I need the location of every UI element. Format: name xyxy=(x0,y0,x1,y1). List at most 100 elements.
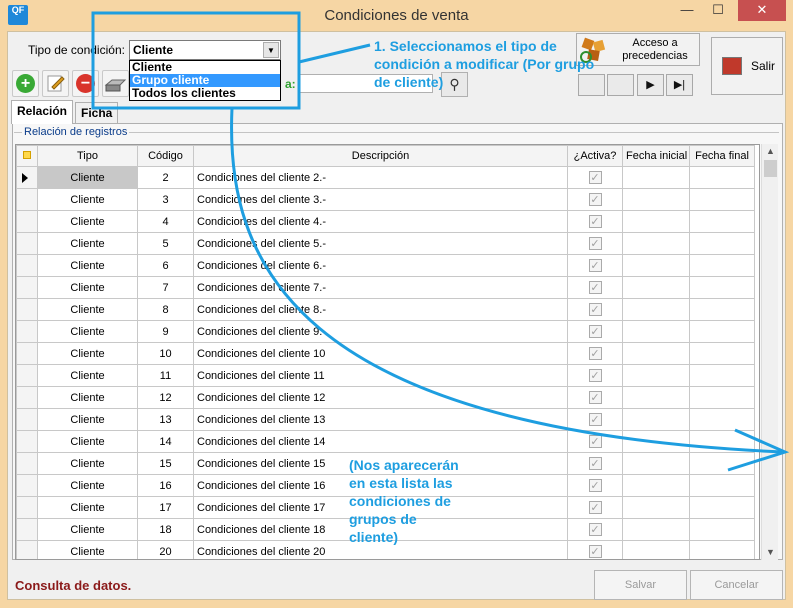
cell-activa[interactable]: ✓ xyxy=(567,540,623,559)
cell-tipo[interactable]: Cliente xyxy=(37,364,138,387)
cell-fecha-inicial[interactable] xyxy=(622,474,690,497)
table-row[interactable]: Cliente 5 Condiciones del cliente 5.- ✓ xyxy=(16,232,755,255)
delete-button[interactable]: − xyxy=(72,70,99,97)
table-row[interactable]: Cliente 4 Condiciones del cliente 4.- ✓ xyxy=(16,210,755,233)
cell-activa[interactable]: ✓ xyxy=(567,474,623,497)
row-indicator[interactable] xyxy=(16,254,38,277)
active-checkbox[interactable]: ✓ xyxy=(588,303,602,316)
cell-descripcion[interactable]: Condiciones del cliente 12 xyxy=(193,386,568,409)
active-checkbox[interactable]: ✓ xyxy=(588,391,602,404)
table-row[interactable]: Cliente 2 Condiciones del cliente 2.- ✓ xyxy=(16,166,755,189)
row-indicator[interactable] xyxy=(16,210,38,233)
cell-fecha-inicial[interactable] xyxy=(622,188,690,211)
cell-descripcion[interactable]: Condiciones del cliente 3.- xyxy=(193,188,568,211)
active-checkbox[interactable]: ✓ xyxy=(588,325,602,338)
cell-activa[interactable]: ✓ xyxy=(567,364,623,387)
row-indicator[interactable] xyxy=(16,166,38,189)
active-checkbox[interactable]: ✓ xyxy=(588,237,602,250)
cell-fecha-inicial[interactable] xyxy=(622,254,690,277)
cell-activa[interactable]: ✓ xyxy=(567,254,623,277)
scroll-thumb[interactable] xyxy=(764,160,777,177)
option-todos-clientes[interactable]: Todos los clientes xyxy=(130,87,280,100)
cell-activa[interactable]: ✓ xyxy=(567,276,623,299)
active-checkbox[interactable]: ✓ xyxy=(588,435,602,448)
cell-activa[interactable]: ✓ xyxy=(567,298,623,321)
cell-descripcion[interactable]: Condiciones del cliente 14 xyxy=(193,430,568,453)
cell-codigo[interactable]: 3 xyxy=(137,188,194,211)
cell-fecha-inicial[interactable] xyxy=(622,452,690,475)
cell-tipo[interactable]: Cliente xyxy=(37,298,138,321)
cell-fecha-inicial[interactable] xyxy=(622,232,690,255)
nav-prev-button[interactable] xyxy=(607,74,634,96)
table-row[interactable]: Cliente 13 Condiciones del cliente 13 ✓ xyxy=(16,408,755,431)
save-button[interactable]: Salvar xyxy=(594,570,687,600)
cell-descripcion[interactable]: Condiciones del cliente 7.- xyxy=(193,276,568,299)
cell-codigo[interactable]: 16 xyxy=(137,474,194,497)
cell-codigo[interactable]: 18 xyxy=(137,518,194,541)
nav-next-button[interactable]: ▶ xyxy=(637,74,664,96)
cell-fecha-final[interactable] xyxy=(689,342,755,365)
cell-codigo[interactable]: 13 xyxy=(137,408,194,431)
cell-fecha-final[interactable] xyxy=(689,408,755,431)
cell-fecha-inicial[interactable] xyxy=(622,496,690,519)
row-indicator[interactable] xyxy=(16,276,38,299)
cell-activa[interactable]: ✓ xyxy=(567,320,623,343)
cell-codigo[interactable]: 9 xyxy=(137,320,194,343)
cell-fecha-final[interactable] xyxy=(689,276,755,299)
cell-descripcion[interactable]: Condiciones del cliente 11 xyxy=(193,364,568,387)
cell-codigo[interactable]: 12 xyxy=(137,386,194,409)
cell-codigo[interactable]: 4 xyxy=(137,210,194,233)
cell-descripcion[interactable]: Condiciones del cliente 8.- xyxy=(193,298,568,321)
table-row[interactable]: Cliente 12 Condiciones del cliente 12 ✓ xyxy=(16,386,755,409)
table-row[interactable]: Cliente 8 Condiciones del cliente 8.- ✓ xyxy=(16,298,755,321)
cell-fecha-final[interactable] xyxy=(689,254,755,277)
active-checkbox[interactable]: ✓ xyxy=(588,193,602,206)
exit-button[interactable]: Salir xyxy=(711,37,783,95)
tab-ficha[interactable]: Ficha xyxy=(75,102,119,124)
scroll-up-icon[interactable]: ▲ xyxy=(762,144,779,159)
header-descripcion[interactable]: Descripción xyxy=(193,145,568,167)
cell-fecha-inicial[interactable] xyxy=(622,386,690,409)
active-checkbox[interactable]: ✓ xyxy=(588,501,602,514)
cell-tipo[interactable]: Cliente xyxy=(37,452,138,475)
cell-codigo[interactable]: 5 xyxy=(137,232,194,255)
add-button[interactable]: + xyxy=(12,70,39,97)
cell-fecha-final[interactable] xyxy=(689,452,755,475)
cell-descripcion[interactable]: Condiciones del cliente 6.- xyxy=(193,254,568,277)
cell-fecha-inicial[interactable] xyxy=(622,298,690,321)
cell-activa[interactable]: ✓ xyxy=(567,232,623,255)
row-indicator[interactable] xyxy=(16,386,38,409)
table-row[interactable]: Cliente 10 Condiciones del cliente 10 ✓ xyxy=(16,342,755,365)
maximize-button[interactable]: ☐ xyxy=(703,0,733,21)
cell-codigo[interactable]: 6 xyxy=(137,254,194,277)
active-checkbox[interactable]: ✓ xyxy=(588,259,602,272)
condition-type-select[interactable]: Cliente ▼ xyxy=(129,40,281,60)
header-fecha-inicial[interactable]: Fecha inicial xyxy=(622,145,690,167)
cell-fecha-inicial[interactable] xyxy=(622,408,690,431)
table-row[interactable]: Cliente 6 Condiciones del cliente 6.- ✓ xyxy=(16,254,755,277)
title-bar[interactable]: QF Condiciones de venta — ☐ ✕ xyxy=(0,0,793,31)
active-checkbox[interactable]: ✓ xyxy=(588,369,602,382)
cell-fecha-inicial[interactable] xyxy=(622,320,690,343)
header-tipo[interactable]: Tipo xyxy=(37,145,138,167)
cell-tipo[interactable]: Cliente xyxy=(37,474,138,497)
cell-codigo[interactable]: 14 xyxy=(137,430,194,453)
cell-fecha-inicial[interactable] xyxy=(622,210,690,233)
row-indicator[interactable] xyxy=(16,496,38,519)
row-indicator[interactable] xyxy=(16,232,38,255)
cell-activa[interactable]: ✓ xyxy=(567,210,623,233)
cell-fecha-final[interactable] xyxy=(689,210,755,233)
row-indicator[interactable] xyxy=(16,518,38,541)
header-activa[interactable]: ¿Activa? xyxy=(567,145,623,167)
cell-fecha-final[interactable] xyxy=(689,364,755,387)
row-indicator[interactable] xyxy=(16,452,38,475)
active-checkbox[interactable]: ✓ xyxy=(588,171,602,184)
print-button[interactable] xyxy=(102,70,129,97)
cell-fecha-inicial[interactable] xyxy=(622,518,690,541)
tab-relacion[interactable]: Relación xyxy=(11,100,74,124)
cell-activa[interactable]: ✓ xyxy=(567,386,623,409)
cell-fecha-final[interactable] xyxy=(689,166,755,189)
cell-tipo[interactable]: Cliente xyxy=(37,408,138,431)
cell-codigo[interactable]: 7 xyxy=(137,276,194,299)
cell-tipo[interactable]: Cliente xyxy=(37,386,138,409)
